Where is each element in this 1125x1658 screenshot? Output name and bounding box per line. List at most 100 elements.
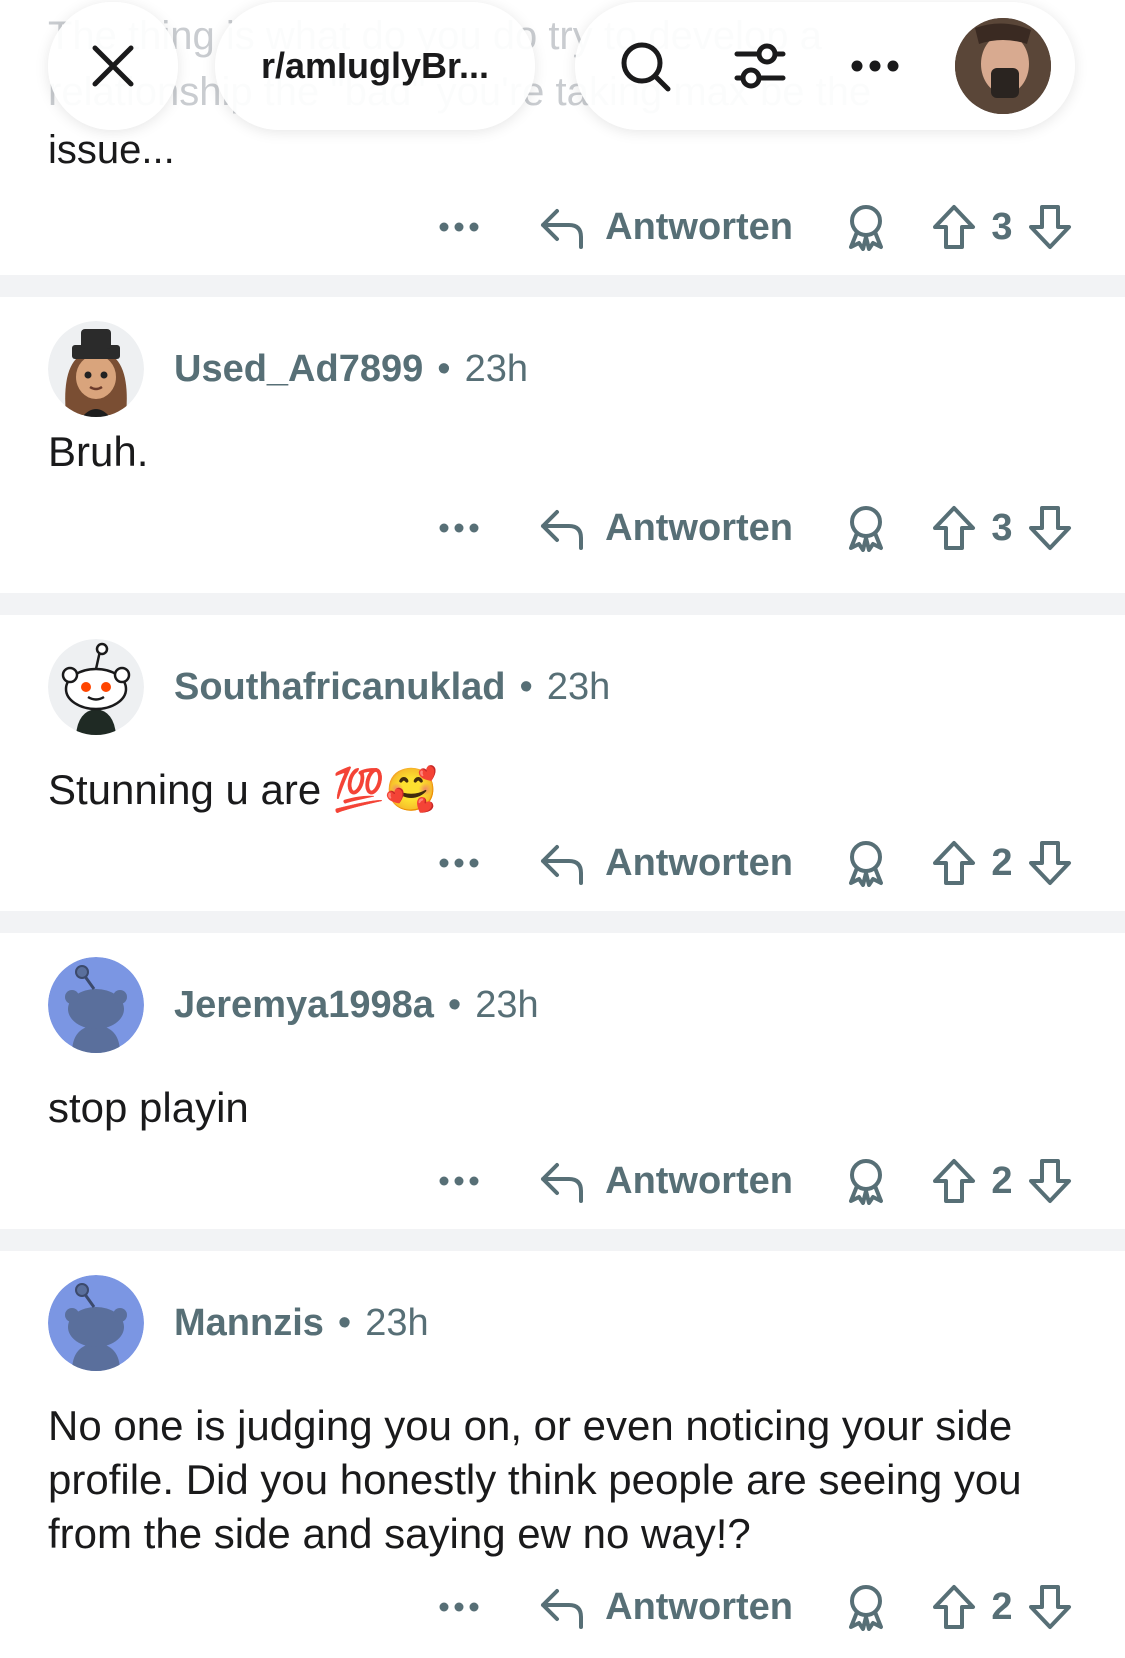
reply-label: Antworten — [605, 506, 793, 549]
reply-button[interactable]: Antworten — [539, 1159, 793, 1203]
profile-photo — [955, 18, 1051, 114]
vote-count: 3 — [991, 506, 1013, 549]
timestamp: 23h — [464, 347, 528, 390]
timestamp: 23h — [546, 665, 611, 708]
timestamp: 23h — [475, 983, 539, 1026]
more-icon — [439, 1602, 479, 1612]
separator-dot: • — [519, 665, 533, 708]
reply-button[interactable]: Antworten — [539, 841, 793, 885]
divider — [0, 275, 1125, 297]
more-icon — [439, 1176, 479, 1186]
comment-text: No one is judging you on, or even notici… — [48, 1402, 1022, 1557]
vote-count: 2 — [991, 841, 1013, 884]
more-options-button[interactable] — [429, 1602, 489, 1612]
comment: Southafricanuklad • 23h Stunning u are 💯… — [0, 615, 1125, 911]
comment: Mannzis • 23h No one is judging you on, … — [0, 1251, 1125, 1658]
separator-dot: • — [447, 983, 462, 1026]
top-actions — [575, 2, 1075, 130]
comment-actions: Antworten 3 — [429, 498, 1073, 558]
comment-actions: Antworten 2 — [429, 833, 1073, 893]
divider — [0, 593, 1125, 615]
more-options-button[interactable] — [429, 222, 489, 232]
downvote-icon[interactable] — [1027, 1583, 1073, 1631]
upvote-icon[interactable] — [931, 203, 977, 251]
downvote-icon[interactable] — [1027, 1157, 1073, 1205]
more-options-button[interactable] — [429, 858, 489, 868]
more-button[interactable] — [845, 36, 905, 96]
comment-text: Bruh. — [48, 428, 149, 475]
search-button[interactable] — [615, 36, 675, 96]
downvote-icon[interactable] — [1027, 203, 1073, 251]
avatar[interactable] — [48, 1275, 144, 1371]
reply-icon — [541, 510, 584, 550]
more-icon — [439, 858, 479, 868]
award-icon — [849, 841, 883, 887]
award-button[interactable] — [843, 1157, 889, 1205]
upvote-icon[interactable] — [931, 504, 977, 552]
reply-label: Antworten — [605, 1585, 793, 1628]
reply-button[interactable]: Antworten — [539, 205, 793, 249]
top-bar: r/amIuglyBr... — [0, 0, 1125, 140]
award-button[interactable] — [843, 504, 889, 552]
user-avatar-icon — [48, 321, 144, 417]
avatar[interactable] — [48, 957, 144, 1053]
divider — [0, 911, 1125, 933]
comment-header: Jeremya1998a • 23h — [48, 957, 539, 1053]
reply-label: Antworten — [605, 205, 793, 248]
award-icon — [849, 506, 883, 552]
reply-label: Antworten — [605, 1159, 793, 1202]
comment-actions: Antworten 2 — [429, 1151, 1073, 1211]
comment: Jeremya1998a • 23h stop playin Antworten… — [0, 933, 1125, 1229]
upvote-icon[interactable] — [931, 1157, 977, 1205]
comment-text: stop playin — [48, 1084, 249, 1131]
filter-icon — [734, 43, 786, 89]
more-options-button[interactable] — [429, 1176, 489, 1186]
username[interactable]: Mannzis — [174, 1302, 324, 1345]
downvote-icon[interactable] — [1027, 839, 1073, 887]
award-icon — [849, 205, 883, 251]
comment-actions: Antworten 3 — [429, 197, 1073, 257]
search-icon — [621, 42, 671, 92]
reply-icon — [541, 1163, 584, 1203]
close-button[interactable] — [48, 2, 178, 130]
comment-header: Used_Ad7899 • 23h — [48, 321, 528, 417]
snoo-avatar-icon — [48, 639, 144, 735]
vote-count: 2 — [991, 1159, 1013, 1202]
timestamp: 23h — [365, 1301, 429, 1344]
reply-button[interactable]: Antworten — [539, 506, 793, 550]
award-button[interactable] — [843, 839, 889, 887]
separator-dot: • — [437, 347, 451, 390]
comment-text: Stunning u are 💯🥰 — [48, 766, 438, 813]
more-options-button[interactable] — [429, 523, 489, 533]
username[interactable]: Jeremya1998a — [174, 984, 434, 1027]
vote-count: 2 — [991, 1585, 1013, 1628]
comment-actions: Antworten 2 — [429, 1577, 1073, 1637]
avatar[interactable] — [48, 321, 144, 417]
separator-dot: • — [337, 1301, 352, 1344]
reply-button[interactable]: Antworten — [539, 1585, 793, 1629]
username[interactable]: Southafricanuklad — [174, 666, 506, 709]
more-icon — [439, 222, 479, 232]
reply-icon — [541, 845, 584, 885]
user-avatar[interactable] — [955, 18, 1051, 114]
vote-count: 3 — [991, 205, 1013, 248]
subreddit-title[interactable]: r/amIuglyBr... — [215, 2, 535, 130]
reply-icon — [541, 209, 584, 249]
filter-button[interactable] — [730, 36, 790, 96]
more-icon — [851, 60, 899, 72]
avatar[interactable] — [48, 639, 144, 735]
reply-icon — [541, 1589, 584, 1629]
upvote-icon[interactable] — [931, 1583, 977, 1631]
divider — [0, 1229, 1125, 1251]
upvote-icon[interactable] — [931, 839, 977, 887]
username[interactable]: Used_Ad7899 — [174, 348, 423, 391]
comment: Used_Ad7899 • 23h Bruh. Antworten 3 — [0, 297, 1125, 593]
award-icon — [849, 1585, 883, 1631]
snoo-avatar-icon — [48, 957, 144, 1053]
comment-header: Mannzis • 23h — [48, 1275, 429, 1371]
more-icon — [439, 523, 479, 533]
close-icon — [92, 45, 134, 87]
downvote-icon[interactable] — [1027, 504, 1073, 552]
award-button[interactable] — [843, 1583, 889, 1631]
award-button[interactable] — [843, 203, 889, 251]
